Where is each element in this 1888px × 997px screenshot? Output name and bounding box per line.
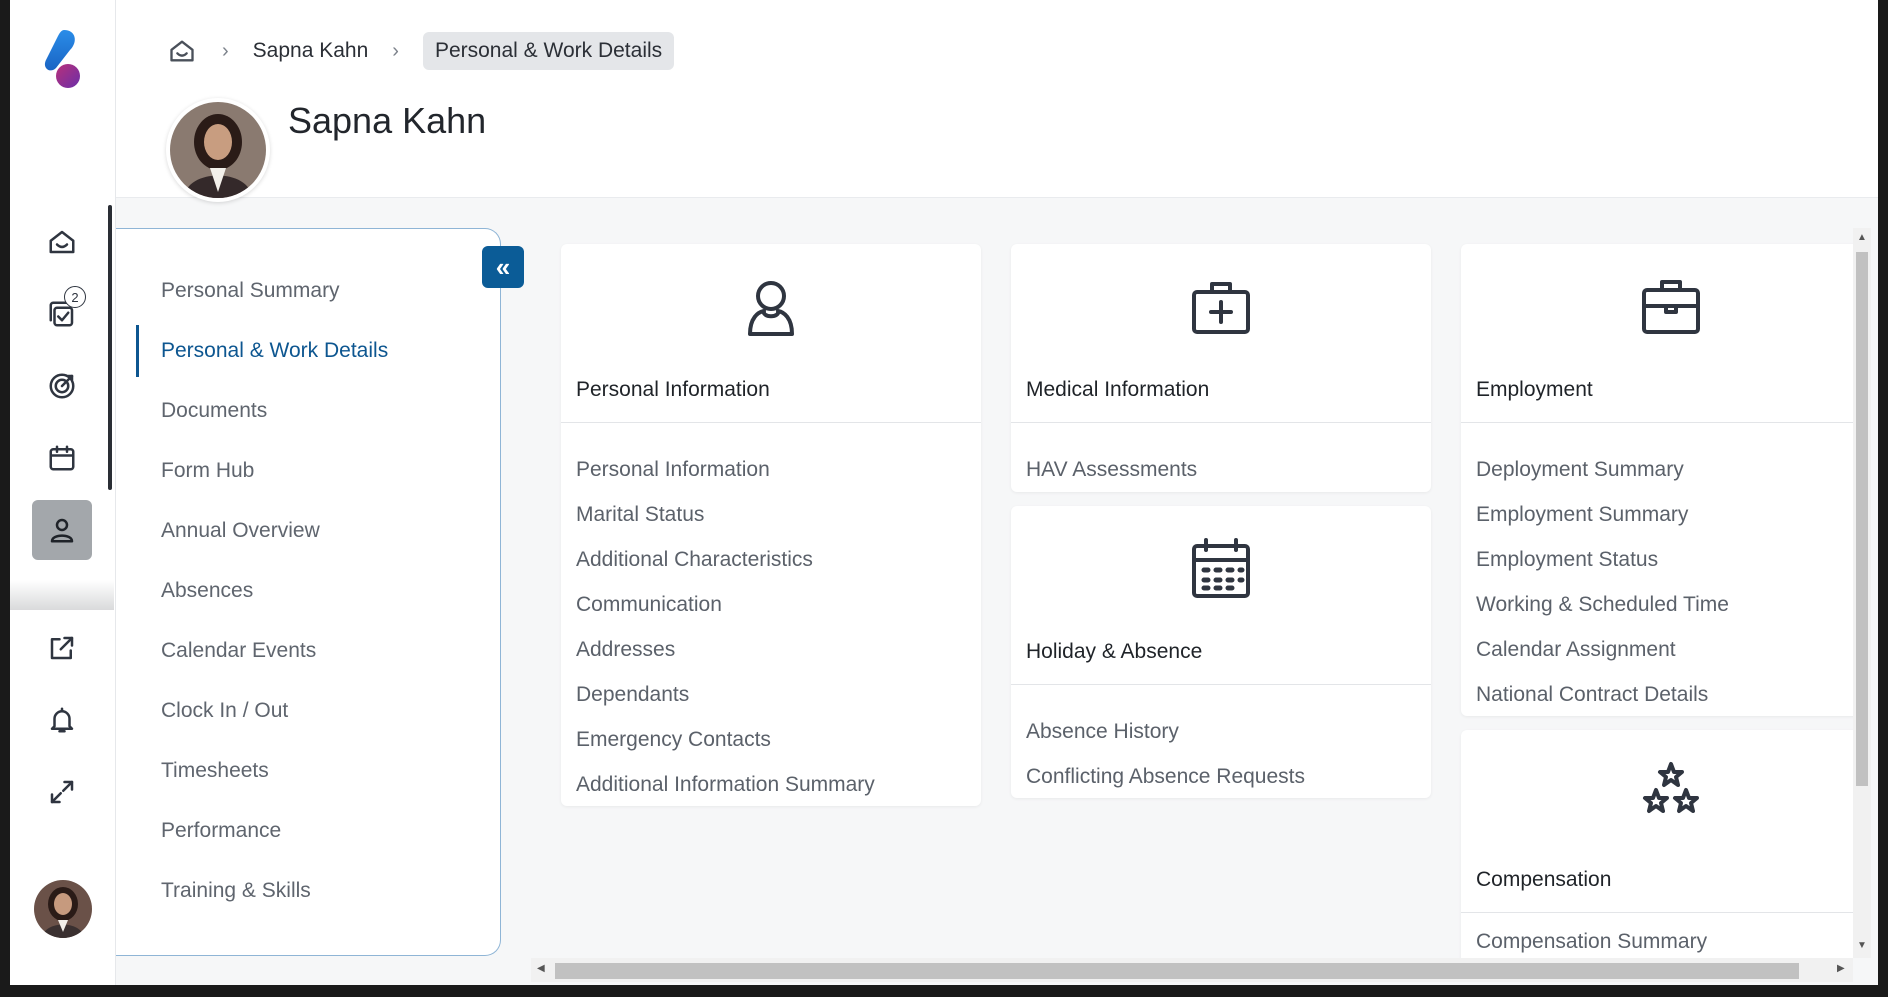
collapse-nav-button[interactable]: « — [482, 246, 524, 288]
link-national-contract-details[interactable]: National Contract Details — [1476, 683, 1708, 707]
horizontal-scrollbar[interactable]: ◀ ▶ — [531, 958, 1853, 982]
link-marital-status[interactable]: Marital Status — [576, 503, 704, 527]
link-employment-status[interactable]: Employment Status — [1476, 548, 1658, 572]
link-communication[interactable]: Communication — [576, 593, 722, 617]
card-divider — [1461, 422, 1861, 423]
rail-notifications-button[interactable] — [32, 690, 92, 750]
scroll-left-icon[interactable]: ◀ — [537, 963, 545, 974]
rail-people-button[interactable] — [32, 500, 92, 560]
user-avatar[interactable] — [34, 880, 92, 938]
section-nav: Personal Summary Personal & Work Details… — [116, 228, 501, 956]
scroll-right-icon[interactable]: ▶ — [1837, 963, 1845, 974]
card-divider — [1461, 912, 1861, 913]
app-window: 2 › Sapna Kahn › Personal & Work Details… — [10, 0, 1878, 985]
link-absence-history[interactable]: Absence History — [1026, 720, 1179, 744]
card-title: Employment — [1476, 378, 1593, 401]
goals-icon — [49, 373, 75, 399]
link-additional-characteristics[interactable]: Additional Characteristics — [576, 548, 813, 572]
vertical-scroll-thumb[interactable] — [1856, 252, 1868, 786]
breadcrumb-person[interactable]: Sapna Kahn — [253, 39, 369, 63]
nav-clock-in-out[interactable]: Clock In / Out — [136, 685, 476, 737]
horizontal-scroll-thumb[interactable] — [555, 963, 1799, 979]
card-medical-information: Medical Information HAV Assessments — [1011, 244, 1431, 492]
card-employment: Employment Deployment Summary Employment… — [1461, 244, 1861, 716]
tasks-badge: 2 — [64, 286, 86, 308]
link-emergency-contacts[interactable]: Emergency Contacts — [576, 728, 771, 752]
nav-calendar-events[interactable]: Calendar Events — [136, 625, 476, 677]
external-link-icon — [50, 636, 74, 660]
icon-rail: 2 — [10, 0, 116, 985]
breadcrumb-current[interactable]: Personal & Work Details — [422, 32, 675, 70]
card-title: Personal Information — [576, 378, 770, 401]
rail-calendar-button[interactable] — [32, 428, 92, 488]
calendar-icon — [49, 445, 75, 471]
calendar-icon — [1188, 536, 1254, 602]
card-title: Medical Information — [1026, 378, 1210, 401]
link-personal-information[interactable]: Personal Information — [576, 458, 770, 482]
nav-timesheets[interactable]: Timesheets — [136, 745, 476, 797]
home-icon — [170, 40, 194, 62]
profile-avatar — [166, 98, 270, 202]
card-title: Compensation — [1476, 868, 1612, 891]
scroll-down-icon[interactable]: ▼ — [1857, 940, 1867, 951]
link-conflicting-absence-requests[interactable]: Conflicting Absence Requests — [1026, 765, 1305, 789]
link-working-scheduled-time[interactable]: Working & Scheduled Time — [1476, 593, 1729, 617]
link-additional-information-summary[interactable]: Additional Information Summary — [576, 773, 875, 797]
chevron-right-icon: › — [222, 39, 229, 62]
scroll-up-icon[interactable]: ▲ — [1857, 232, 1867, 243]
expand-icon — [50, 780, 74, 804]
double-chevron-left-icon: « — [495, 251, 511, 282]
link-calendar-assignment[interactable]: Calendar Assignment — [1476, 638, 1676, 662]
page-title: Sapna Kahn — [288, 100, 487, 141]
card-divider — [1011, 684, 1431, 685]
rail-external-link-button[interactable] — [32, 618, 92, 678]
app-logo[interactable] — [40, 28, 84, 92]
bell-icon — [50, 707, 74, 733]
vertical-scrollbar[interactable]: ▲ ▼ — [1853, 228, 1871, 958]
chevron-right-icon: › — [392, 39, 399, 62]
page-header: › Sapna Kahn › Personal & Work Details S… — [116, 0, 1878, 202]
rail-divider — [10, 580, 114, 610]
breadcrumb: › Sapna Kahn › Personal & Work Details — [166, 30, 675, 72]
link-compensation-summary[interactable]: Compensation Summary — [1476, 930, 1707, 954]
nav-performance[interactable]: Performance — [136, 805, 476, 857]
person-icon — [738, 274, 804, 340]
card-divider — [561, 422, 981, 423]
nav-training-skills[interactable]: Training & Skills — [136, 865, 476, 917]
rail-scrollbar[interactable] — [108, 205, 112, 490]
rail-expand-button[interactable] — [32, 762, 92, 822]
link-hav-assessments[interactable]: HAV Assessments — [1026, 458, 1197, 482]
details-grid: Personal Information Personal Informatio… — [530, 228, 1862, 958]
rail-home-button[interactable] — [32, 212, 92, 272]
home-icon — [49, 230, 75, 254]
profile-photo — [170, 102, 266, 198]
person-icon — [50, 518, 74, 543]
link-addresses[interactable]: Addresses — [576, 638, 675, 662]
rail-goals-button[interactable] — [32, 356, 92, 416]
briefcase-icon — [1638, 274, 1704, 340]
stars-icon — [1638, 760, 1704, 826]
card-divider — [1011, 422, 1431, 423]
card-title: Holiday & Absence — [1026, 640, 1203, 663]
nav-personal-summary[interactable]: Personal Summary — [136, 265, 476, 317]
nav-documents[interactable]: Documents — [136, 385, 476, 437]
nav-personal-work-details[interactable]: Personal & Work Details — [136, 325, 476, 377]
card-personal-information: Personal Information Personal Informatio… — [561, 244, 981, 806]
nav-form-hub[interactable]: Form Hub — [136, 445, 476, 497]
avatar-image — [34, 880, 92, 938]
medical-kit-icon — [1188, 274, 1254, 340]
link-employment-summary[interactable]: Employment Summary — [1476, 503, 1688, 527]
breadcrumb-home-button[interactable] — [166, 35, 198, 67]
link-dependants[interactable]: Dependants — [576, 683, 689, 707]
card-compensation: Compensation Compensation Summary — [1461, 730, 1861, 958]
nav-annual-overview[interactable]: Annual Overview — [136, 505, 476, 557]
nav-absences[interactable]: Absences — [136, 565, 476, 617]
link-deployment-summary[interactable]: Deployment Summary — [1476, 458, 1684, 482]
card-holiday-absence: Holiday & Absence Absence History Confli… — [1011, 506, 1431, 798]
